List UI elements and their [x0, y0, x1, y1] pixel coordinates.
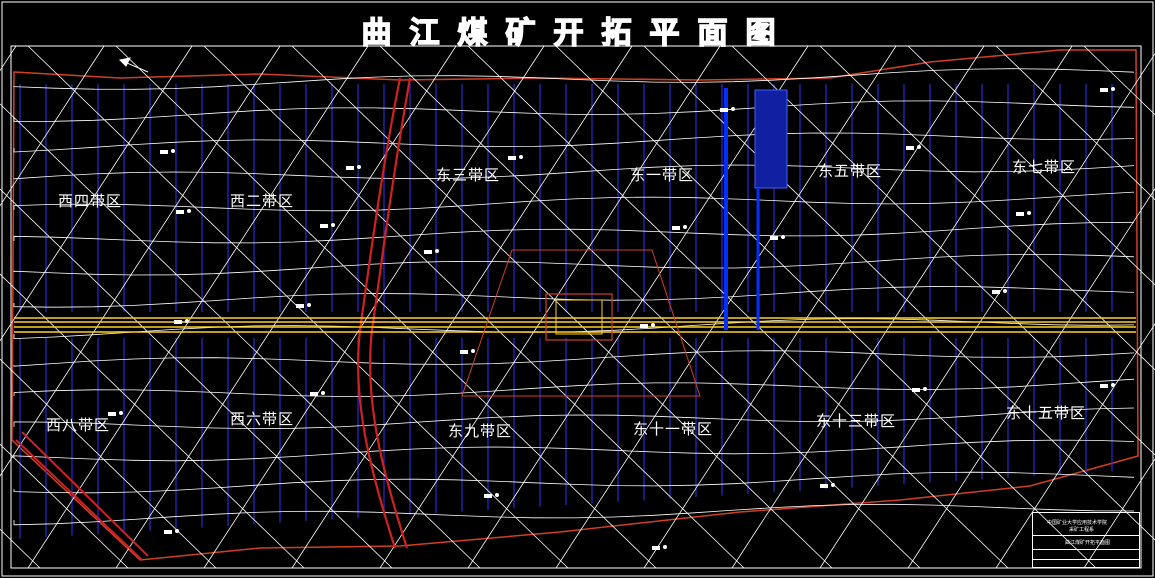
title-block-divider-2	[1033, 549, 1139, 550]
shaft-block	[754, 89, 788, 189]
title-block: 中国矿业大学应用技术学院 采矿工程系 曲江煤矿开拓平面图	[1032, 512, 1140, 568]
contour-lines	[13, 68, 1135, 526]
zone-label-dongwu: 东五带区	[818, 162, 883, 180]
zone-label-dongshisan: 东十三带区	[816, 412, 897, 430]
zone-label-dongsan: 东三带区	[436, 166, 501, 184]
fault-line	[357, 77, 402, 549]
drawing-canvas[interactable]	[0, 0, 1155, 578]
mine-boundary	[11, 49, 1139, 561]
fault-line-2	[369, 77, 412, 549]
zone-label-xiba: 西八带区	[46, 416, 111, 434]
page-title: 曲江煤矿开拓平面图	[361, 15, 794, 52]
north-arrow-icon	[118, 57, 149, 73]
zone-label-dongyi: 东一带区	[630, 166, 695, 184]
zone-label-dongshiwu: 东十五带区	[1006, 404, 1087, 422]
title-block-org: 中国矿业大学应用技术学院	[1047, 520, 1108, 526]
shaft-pillar	[461, 249, 701, 397]
boundary-road	[15, 439, 143, 561]
title-block-divider	[1033, 535, 1139, 536]
title-block-divider-3	[1033, 559, 1139, 560]
zone-label-xiliu: 西六带区	[230, 410, 295, 428]
title-block-dept: 采矿工程系	[1069, 527, 1095, 533]
industrial-site-inner	[555, 299, 603, 335]
zone-label-xisi: 西四带区	[58, 192, 123, 210]
zone-label-dongjiu: 东九带区	[448, 422, 513, 440]
title-block-drawing: 曲江煤矿开拓平面图	[1065, 540, 1111, 546]
zone-label-dongqi: 东七带区	[1012, 158, 1077, 176]
zone-label-dongshiyi: 东十一带区	[633, 420, 714, 438]
boundary-road-2	[21, 431, 149, 557]
zone-label-xier: 西二带区	[230, 192, 295, 210]
